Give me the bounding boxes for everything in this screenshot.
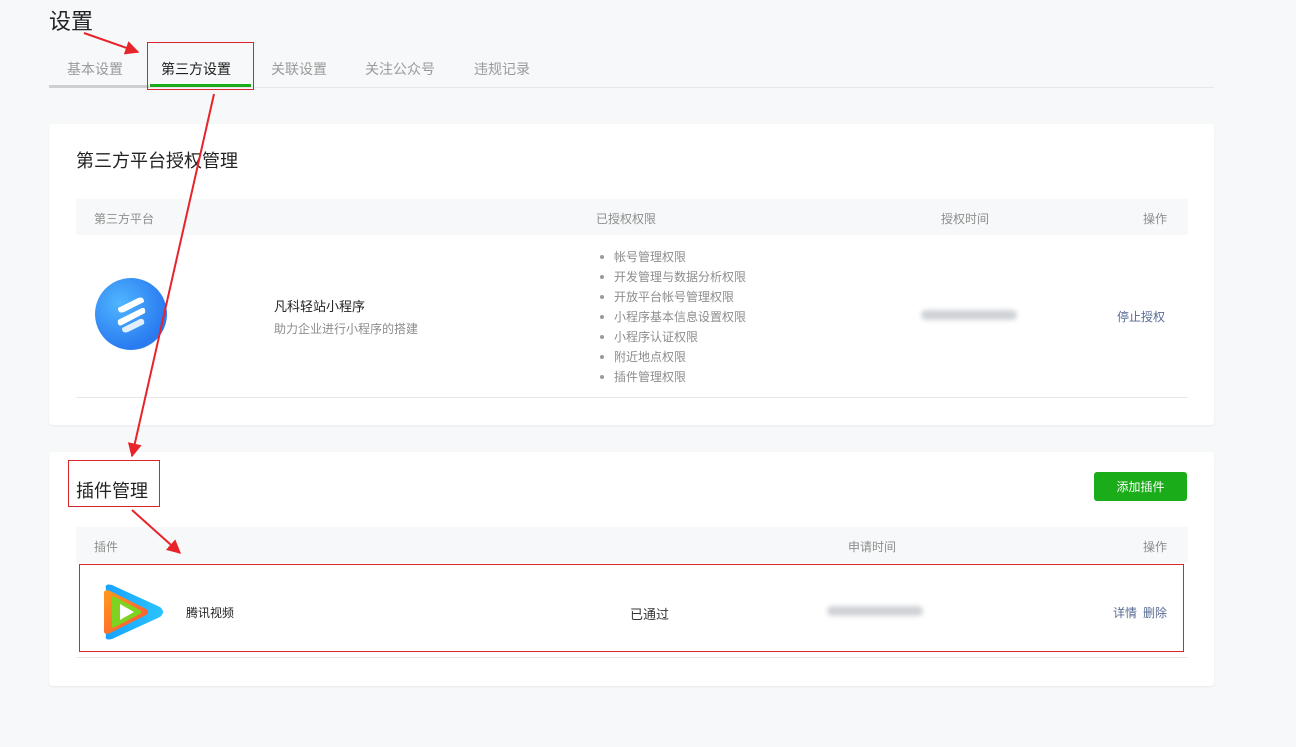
tab-linked-settings[interactable]: 关联设置 bbox=[271, 59, 327, 79]
row-divider bbox=[76, 657, 1188, 658]
permission-list: 帐号管理权限 开发管理与数据分析权限 开放平台帐号管理权限 小程序基本信息设置权… bbox=[598, 247, 746, 387]
list-item: 小程序认证权限 bbox=[598, 327, 746, 347]
list-item: 开放平台帐号管理权限 bbox=[598, 287, 746, 307]
col-platform: 第三方平台 bbox=[94, 212, 155, 226]
plugin-status: 已通过 bbox=[630, 608, 670, 623]
third-party-auth-card: 第三方平台授权管理 第三方平台 已授权权限 授权时间 操作 凡科轻站小程序 助力… bbox=[49, 124, 1214, 425]
col-action: 操作 bbox=[1143, 540, 1168, 554]
add-plugin-button[interactable]: 添加插件 bbox=[1094, 472, 1187, 501]
app-description: 助力企业进行小程序的搭建 bbox=[274, 322, 419, 336]
stop-authorization-link[interactable]: 停止授权 bbox=[1117, 308, 1165, 325]
active-tab-underline bbox=[150, 84, 251, 87]
tab-third-party-settings[interactable]: 第三方设置 bbox=[161, 59, 231, 79]
row-divider bbox=[76, 397, 1188, 398]
tab-violation-records[interactable]: 违规记录 bbox=[474, 59, 530, 79]
app-name: 凡科轻站小程序 bbox=[274, 300, 366, 315]
auth-time-blurred bbox=[921, 310, 1017, 320]
list-item: 插件管理权限 bbox=[598, 367, 746, 387]
col-action: 操作 bbox=[1143, 212, 1168, 226]
tab-follow-official-account[interactable]: 关注公众号 bbox=[365, 59, 435, 79]
col-plugin: 插件 bbox=[94, 540, 119, 554]
tab-basic-settings[interactable]: 基本设置 bbox=[67, 59, 123, 79]
plugin-name: 腾讯视频 bbox=[186, 606, 235, 620]
plugin-management-card: 插件管理 添加插件 插件 申请时间 操作 腾讯视频 已通过 详情 删除 bbox=[49, 452, 1214, 686]
list-item: 帐号管理权限 bbox=[598, 247, 746, 267]
apply-time-blurred bbox=[827, 606, 923, 616]
col-apply-time: 申请时间 bbox=[848, 540, 897, 554]
col-auth-time: 授权时间 bbox=[941, 212, 990, 226]
tabs-left-accent bbox=[49, 85, 149, 88]
plugin-management-title: 插件管理 bbox=[76, 481, 148, 502]
plugin-delete-link[interactable]: 删除 bbox=[1143, 604, 1167, 621]
third-party-auth-title: 第三方平台授权管理 bbox=[76, 151, 238, 172]
page-title: 设置 bbox=[49, 10, 94, 35]
list-item: 开发管理与数据分析权限 bbox=[598, 267, 746, 287]
plugin-table-header: 插件 申请时间 操作 bbox=[76, 527, 1188, 563]
col-permissions: 已授权权限 bbox=[596, 212, 657, 226]
list-item: 小程序基本信息设置权限 bbox=[598, 307, 746, 327]
app-logo-icon bbox=[95, 278, 167, 350]
list-item: 附近地点权限 bbox=[598, 347, 746, 367]
third-party-table-header: 第三方平台 已授权权限 授权时间 操作 bbox=[76, 199, 1188, 235]
settings-tabs: 基本设置 第三方设置 关联设置 关注公众号 违规记录 bbox=[49, 52, 1214, 88]
plugin-detail-link[interactable]: 详情 bbox=[1113, 604, 1137, 621]
tencent-video-icon bbox=[100, 583, 166, 645]
